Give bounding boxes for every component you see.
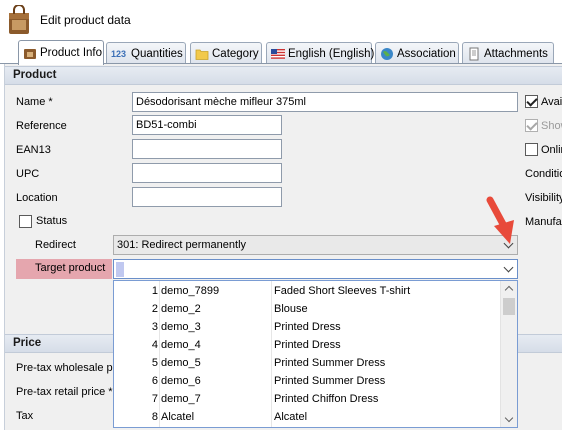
wholesale-price-label: Pre-tax wholesale pr <box>16 362 117 374</box>
item-id: 2 <box>151 303 158 315</box>
tab-association[interactable]: Association <box>375 42 459 64</box>
item-reference: demo_6 <box>161 375 201 387</box>
tax-label: Tax <box>16 410 34 422</box>
item-name: Printed Dress <box>274 339 341 351</box>
attachment-icon <box>469 47 479 60</box>
globe-icon <box>381 47 393 60</box>
item-name: Alcatel <box>274 411 308 423</box>
window-title: Edit product data <box>40 13 131 27</box>
status-checkbox[interactable] <box>19 215 32 228</box>
item-reference: demo_7 <box>161 393 201 405</box>
scroll-up-icon[interactable] <box>504 285 514 295</box>
tab-strip: Product Info 123 Quantities Category Eng… <box>0 40 562 104</box>
tab-quantities[interactable]: 123 Quantities <box>106 42 186 64</box>
list-item[interactable]: 4 demo_4 Printed Dress <box>114 336 500 354</box>
item-id: 4 <box>151 339 158 351</box>
list-item[interactable]: 1 demo_7899 Faded Short Sleeves T-shirt <box>114 282 500 300</box>
redirect-value: 301: Redirect permanently <box>117 239 247 251</box>
online-only-label: Onlin <box>541 144 562 156</box>
item-reference: demo_5 <box>161 357 201 369</box>
location-field[interactable] <box>132 187 282 207</box>
list-item[interactable]: 8 Alcatel Alcatel <box>114 408 500 426</box>
redirect-label: Redirect <box>35 239 76 251</box>
item-name: Blouse <box>274 303 308 315</box>
scrollbar-thumb[interactable] <box>503 298 515 315</box>
dropdown-scrollbar[interactable] <box>500 281 517 427</box>
item-id: 1 <box>151 285 158 297</box>
folder-icon <box>195 49 209 60</box>
annotation-arrow-icon <box>486 196 514 244</box>
item-name: Printed Summer Dress <box>274 375 386 387</box>
list-item[interactable]: 6 demo_6 Printed Summer Dress <box>114 372 500 390</box>
tab-label: Quantities <box>131 47 183 60</box>
tab-category[interactable]: Category <box>190 42 262 64</box>
item-id: 5 <box>151 357 158 369</box>
name-field[interactable]: Désodorisant mèche mifleur 375ml <box>132 92 518 112</box>
item-name: Printed Dress <box>274 321 341 333</box>
text-cursor <box>116 262 124 277</box>
list-item[interactable]: 2 demo_2 Blouse <box>114 300 500 318</box>
tab-label: Category <box>212 47 259 60</box>
item-reference: demo_3 <box>161 321 201 333</box>
tab-label: Attachments <box>484 47 548 60</box>
ean13-field[interactable] <box>132 139 282 159</box>
list-item[interactable]: 3 demo_3 Printed Dress <box>114 318 500 336</box>
item-reference: demo_4 <box>161 339 201 351</box>
status-label: Status <box>36 215 68 227</box>
title-bar: Edit product data <box>0 0 562 40</box>
item-id: 8 <box>151 411 158 423</box>
upc-label: UPC <box>16 168 40 180</box>
name-label: Name * <box>16 96 53 108</box>
item-reference: demo_7899 <box>161 285 220 297</box>
condition-label: Conditio <box>525 168 562 180</box>
available-checkbox[interactable] <box>525 95 538 108</box>
redirect-select[interactable]: 301: Redirect permanently <box>113 235 518 255</box>
tab-product-info[interactable]: Product Info <box>18 40 104 65</box>
tab-attachments[interactable]: Attachments <box>462 42 554 64</box>
item-reference: demo_2 <box>161 303 201 315</box>
product-icon <box>24 49 36 59</box>
target-product-label: Target product <box>16 259 112 279</box>
visibility-label: Visibility <box>525 192 562 204</box>
online-only-checkbox[interactable] <box>525 143 538 156</box>
show-price-label: Show <box>541 120 562 132</box>
us-flag-icon <box>271 48 285 59</box>
tab-label: Association <box>397 47 456 60</box>
tab-label: Product Info <box>40 47 103 59</box>
retail-price-label: Pre-tax retail price * <box>16 386 113 398</box>
quantities-icon: 123 <box>111 48 127 59</box>
reference-label: Reference <box>16 120 67 132</box>
target-product-select[interactable] <box>113 259 518 279</box>
item-id: 7 <box>151 393 158 405</box>
item-id: 6 <box>151 375 158 387</box>
item-name: Faded Short Sleeves T-shirt <box>274 285 411 297</box>
scroll-down-icon[interactable] <box>504 413 514 423</box>
manufacturer-label: Manufa <box>525 216 562 228</box>
shopping-bag-icon <box>9 5 29 34</box>
tab-label: English (English) <box>288 47 375 60</box>
chevron-down-icon[interactable] <box>503 262 514 273</box>
list-item[interactable]: 7 demo_7 Printed Chiffon Dress <box>114 390 500 408</box>
item-id: 3 <box>151 321 158 333</box>
ean13-label: EAN13 <box>16 144 51 156</box>
product-section-header: Product <box>5 66 562 85</box>
list-item[interactable]: 5 demo_5 Printed Summer Dress <box>114 354 500 372</box>
item-name: Printed Summer Dress <box>274 357 386 369</box>
item-name: Printed Chiffon Dress <box>274 393 379 405</box>
item-reference: Alcatel <box>161 411 195 423</box>
tab-language[interactable]: English (English) <box>266 42 375 64</box>
show-price-checkbox[interactable] <box>525 119 538 132</box>
upc-field[interactable] <box>132 163 282 183</box>
location-label: Location <box>16 192 58 204</box>
available-label: Avai <box>541 96 562 108</box>
target-product-dropdown[interactable]: 1 demo_7899 Faded Short Sleeves T-shirt … <box>113 280 518 428</box>
reference-field[interactable]: BD51-combi <box>132 115 282 135</box>
